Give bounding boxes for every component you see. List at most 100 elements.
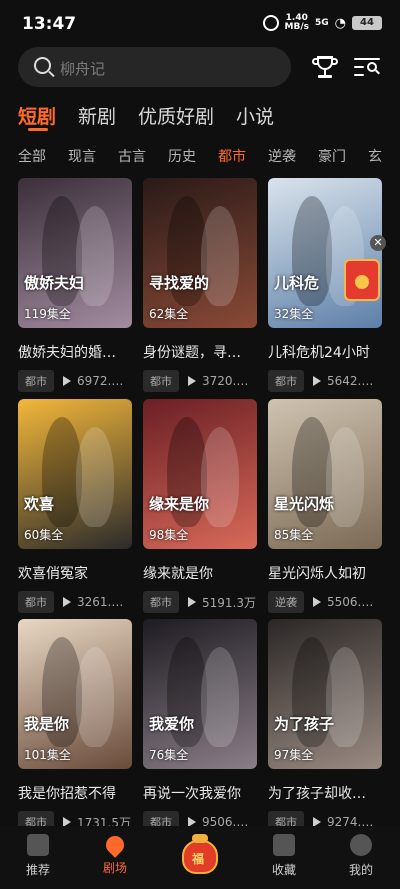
episode-count: 98集全: [149, 528, 189, 542]
drama-poster[interactable]: 为了孩子 97集全: [268, 619, 382, 769]
poster-art-text: 我爱你: [149, 715, 195, 733]
category-7[interactable]: 玄: [368, 146, 382, 166]
lucky-bag-label: 福: [192, 852, 205, 866]
nav-item-theater[interactable]: 剧场: [85, 826, 145, 876]
poster-figure: [76, 427, 114, 527]
drama-title[interactable]: 星光闪烁人如初: [268, 563, 382, 583]
folder-icon: [273, 834, 295, 856]
nav-item-favorites[interactable]: 收藏: [254, 826, 314, 878]
play-count-icon: [188, 376, 196, 386]
poster-art-text: 星光闪烁: [274, 495, 335, 513]
drama-title[interactable]: 为了孩子却收…: [268, 783, 382, 803]
drama-meta: 都市 6972.…: [18, 370, 132, 392]
category-0[interactable]: 全部: [18, 146, 46, 166]
alarm-icon: [262, 15, 279, 31]
nav-item-label: 我的: [348, 863, 373, 877]
drama-poster[interactable]: 我爱你 76集全: [143, 619, 257, 769]
episode-count: 97集全: [274, 748, 314, 762]
play-count: 5642.…: [327, 374, 374, 388]
drama-title[interactable]: 儿科危机24小时: [268, 342, 382, 362]
drama-meta: 都市 5642.…: [268, 370, 382, 392]
category-6[interactable]: 豪门: [318, 146, 346, 166]
genre-tag: 都市: [18, 370, 54, 392]
drama-poster[interactable]: 傲娇夫妇 119集全: [18, 178, 132, 328]
red-envelope-icon[interactable]: [340, 253, 384, 303]
drama-card[interactable]: 星光闪烁 85集全星光闪烁人如初 逆袭 5506.…: [268, 399, 382, 613]
play-count: 3261.…: [77, 595, 124, 609]
wifi-icon: ◔: [334, 15, 346, 31]
active-tab-indicator: [28, 128, 48, 131]
search-input[interactable]: 柳舟记: [18, 47, 291, 87]
category-5[interactable]: 逆袭: [268, 146, 296, 166]
genre-tag: 都市: [143, 591, 179, 613]
close-icon[interactable]: ✕: [370, 235, 386, 251]
poster-art-text: 儿科危: [274, 274, 320, 292]
episode-count: 32集全: [274, 307, 314, 321]
category-4[interactable]: 都市: [218, 146, 246, 166]
status-icons: 1.40 MB/s 5G ◔ 44: [262, 14, 382, 32]
lucky-bag-icon[interactable]: 福: [178, 832, 222, 878]
episode-count: 85集全: [274, 528, 314, 542]
drama-poster[interactable]: 星光闪烁 85集全: [268, 399, 382, 549]
drama-title[interactable]: 再说一次我爱你: [143, 783, 257, 803]
nav-item-label: 收藏: [271, 863, 296, 877]
profile-icon: [350, 834, 372, 856]
tab-0[interactable]: 短剧: [18, 102, 56, 129]
play-count-icon: [313, 376, 321, 386]
play-count: 5191.3万: [202, 595, 256, 610]
main-tabs: 短剧 新剧 优质好剧 小说: [18, 102, 274, 129]
drama-card[interactable]: 寻找爱的 62集全身份谜题，寻… 都市 3720.…: [143, 178, 257, 392]
episode-count: 101集全: [24, 748, 71, 762]
tab-3[interactable]: 小说: [236, 102, 274, 129]
genre-tag: 逆袭: [268, 591, 304, 613]
tab-2[interactable]: 优质好剧: [138, 102, 214, 129]
theater-icon: [102, 832, 128, 858]
drama-poster[interactable]: 我是你 101集全: [18, 619, 132, 769]
play-count-icon: [313, 597, 321, 607]
nav-item-label: 剧场: [102, 861, 127, 875]
poster-art-text: 我是你: [24, 715, 70, 733]
poster-art-text: 为了孩子: [274, 715, 335, 733]
category-1[interactable]: 现言: [68, 146, 96, 166]
category-3[interactable]: 历史: [168, 146, 196, 166]
drama-card[interactable]: 傲娇夫妇 119集全傲娇夫妇的婚… 都市 6972.…: [18, 178, 132, 392]
drama-card[interactable]: 为了孩子 97集全 为了孩子却收… 都市 9274.…: [268, 619, 382, 833]
tab-1[interactable]: 新剧: [78, 102, 116, 129]
drama-card[interactable]: 缘来是你 98集全缘来就是你都市 5191.3万: [143, 399, 257, 613]
recommend-icon: [27, 834, 49, 856]
search-icon: [34, 57, 51, 74]
nav-item-recommend[interactable]: 推荐: [8, 826, 68, 878]
category-2[interactable]: 古言: [118, 146, 146, 166]
category-tabs: 全部 现言 古言 历史 都市 逆袭 豪门 玄: [18, 146, 400, 166]
nav-item-profile[interactable]: 我的: [331, 826, 391, 878]
trophy-icon[interactable]: [312, 54, 338, 80]
battery-icon: 44: [352, 16, 382, 30]
filter-search-icon[interactable]: [354, 56, 382, 78]
drama-meta: 都市 3720.…: [143, 370, 257, 392]
episode-count: 62集全: [149, 307, 189, 321]
play-count: 5506.…: [327, 595, 374, 609]
poster-figure: [201, 647, 239, 747]
drama-poster[interactable]: 欢喜 60集全: [18, 399, 132, 549]
poster-art-text: 缘来是你: [149, 495, 210, 513]
play-count-icon: [63, 597, 71, 607]
episode-count: 119集全: [24, 307, 71, 321]
drama-card[interactable]: 我是你 101集全 我是你招惹不得 都市 1731.5万: [18, 619, 132, 833]
drama-meta: 逆袭 5506.…: [268, 591, 382, 613]
poster-art-text: 寻找爱的: [149, 274, 210, 292]
play-count: 3720.…: [202, 374, 249, 388]
episode-count: 60集全: [24, 528, 64, 542]
drama-title[interactable]: 缘来就是你: [143, 563, 257, 583]
poster-art-text: 欢喜: [24, 495, 55, 513]
drama-poster[interactable]: 缘来是你 98集全: [143, 399, 257, 549]
drama-title[interactable]: 我是你招惹不得: [18, 783, 132, 803]
genre-tag: 都市: [143, 370, 179, 392]
drama-poster[interactable]: 寻找爱的 62集全: [143, 178, 257, 328]
nav-item-label: 推荐: [25, 863, 50, 877]
drama-card[interactable]: 欢喜 60集全 欢喜俏冤家 都市 3261.…: [18, 399, 132, 613]
drama-title[interactable]: 傲娇夫妇的婚…: [18, 342, 132, 362]
status-bar: 13:47 1.40 MB/s 5G ◔ 44: [0, 0, 400, 46]
drama-title[interactable]: 欢喜俏冤家: [18, 563, 132, 583]
drama-title[interactable]: 身份谜题，寻…: [143, 342, 257, 362]
drama-card[interactable]: 我爱你 76集全 再说一次我爱你 都市 9506.…: [143, 619, 257, 833]
